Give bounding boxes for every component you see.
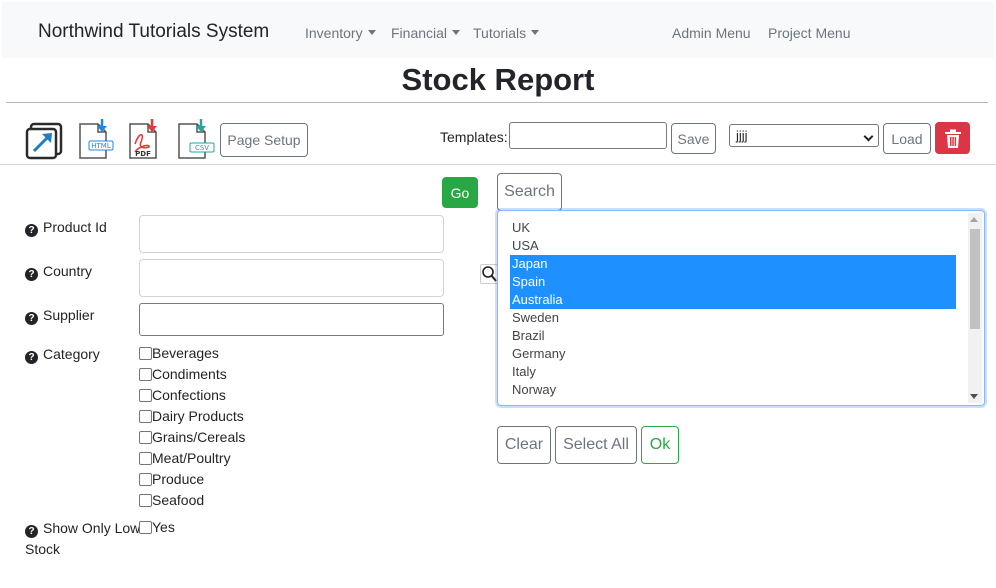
go-button[interactable]: Go	[442, 177, 478, 208]
search-button[interactable]: Search	[497, 173, 562, 211]
question-circle-icon[interactable]: ?	[25, 351, 38, 364]
category-checkbox[interactable]	[139, 473, 152, 486]
low-stock-label-line2: Stock	[25, 541, 61, 557]
supplier-input[interactable]	[139, 303, 444, 336]
country-option[interactable]: Italy	[510, 363, 956, 381]
category-option-label: Meat/Poultry	[152, 450, 231, 466]
category-option-label: Confections	[152, 387, 226, 403]
low-stock-label: ? Show Only Low	[25, 520, 140, 538]
chevron-down-icon	[531, 30, 540, 35]
low-stock-checkbox[interactable]	[139, 521, 152, 534]
export-icon[interactable]	[25, 122, 63, 160]
nav-inventory-dropdown[interactable]: Inventory	[305, 25, 376, 41]
country-listbox[interactable]: UK USA Japan Spain Australia Sweden Braz…	[497, 210, 985, 406]
country-option[interactable]: USA	[510, 237, 956, 255]
html-icon-text: HTML	[91, 142, 111, 150]
nav-project-menu[interactable]: Project Menu	[768, 25, 850, 41]
divider	[6, 102, 988, 103]
template-name-input[interactable]	[509, 122, 667, 149]
category-option[interactable]: Condiments	[139, 366, 227, 382]
scroll-down-icon[interactable]	[970, 394, 978, 399]
product-id-label: ? Product Id	[25, 219, 107, 237]
nav-financial-label: Financial	[391, 25, 448, 41]
supplier-label: ? Supplier	[25, 307, 94, 325]
country-option[interactable]: UK	[510, 219, 956, 237]
country-option[interactable]: Brazil	[510, 327, 956, 345]
category-option-label: Dairy Products	[152, 408, 244, 424]
country-option[interactable]: Norway	[510, 381, 956, 399]
save-template-button[interactable]: Save	[671, 123, 716, 154]
country-input[interactable]	[139, 259, 444, 297]
navbar: Northwind Tutorials System Inventory Fin…	[2, 2, 994, 58]
supplier-label-text: Supplier	[43, 307, 95, 323]
country-search-icon[interactable]	[480, 264, 498, 284]
html-download-icon[interactable]: HTML	[77, 118, 115, 160]
low-stock-option[interactable]: Yes	[139, 519, 175, 535]
select-all-button[interactable]: Select All	[555, 426, 637, 464]
product-id-input[interactable]	[139, 215, 444, 253]
category-option[interactable]: Grains/Cereals	[139, 429, 245, 445]
scroll-up-icon[interactable]	[970, 217, 978, 222]
product-id-label-text: Product Id	[43, 219, 107, 235]
page-title: Stock Report	[401, 62, 595, 97]
question-circle-icon[interactable]: ?	[25, 224, 38, 237]
category-checkbox[interactable]	[139, 410, 152, 423]
trash-icon	[944, 129, 961, 148]
category-option[interactable]: Dairy Products	[139, 408, 244, 424]
country-label: ? Country	[25, 263, 92, 281]
category-checkbox[interactable]	[139, 431, 152, 444]
template-select-value: jjjj	[736, 128, 748, 143]
country-option[interactable]: Germany	[510, 345, 956, 363]
nav-tutorials-dropdown[interactable]: Tutorials	[473, 25, 540, 41]
pdf-download-icon[interactable]: PDF	[127, 118, 165, 160]
country-label-text: Country	[43, 263, 93, 279]
divider	[0, 164, 996, 165]
nav-tutorials-label: Tutorials	[473, 25, 527, 41]
nav-inventory-label: Inventory	[305, 25, 363, 41]
brand-title[interactable]: Northwind Tutorials System	[38, 21, 269, 43]
nav-admin-menu[interactable]: Admin Menu	[672, 25, 751, 41]
country-option-selected[interactable]: Australia	[510, 291, 956, 309]
category-option[interactable]: Produce	[139, 471, 204, 487]
category-label: ? Category	[25, 346, 100, 364]
pdf-icon-text: PDF	[135, 150, 151, 158]
country-option[interactable]: Sweden	[510, 309, 956, 327]
question-circle-icon[interactable]: ?	[25, 525, 38, 538]
category-option[interactable]: Meat/Poultry	[139, 450, 231, 466]
question-circle-icon[interactable]: ?	[25, 312, 38, 325]
chevron-down-icon	[863, 131, 874, 142]
listbox-scrollbar-thumb[interactable]	[970, 229, 980, 329]
category-checkbox[interactable]	[139, 494, 152, 507]
load-template-button[interactable]: Load	[883, 123, 931, 154]
category-checkbox[interactable]	[139, 368, 152, 381]
category-option-label: Beverages	[152, 345, 219, 361]
template-select[interactable]: jjjj	[729, 124, 879, 147]
chevron-down-icon	[367, 30, 376, 35]
country-option-selected[interactable]: Japan	[510, 255, 956, 273]
category-label-text: Category	[43, 346, 100, 362]
category-checkbox[interactable]	[139, 452, 152, 465]
category-option-label: Produce	[152, 471, 205, 487]
category-option[interactable]: Seafood	[139, 492, 204, 508]
delete-template-button[interactable]	[935, 122, 970, 154]
category-option-label: Condiments	[152, 366, 227, 382]
category-option[interactable]: Confections	[139, 387, 226, 403]
question-circle-icon[interactable]: ?	[25, 268, 38, 281]
category-checkbox[interactable]	[139, 389, 152, 402]
ok-button[interactable]: Ok	[641, 426, 679, 464]
csv-icon-text: CSV	[195, 144, 209, 152]
low-stock-option-label: Yes	[152, 519, 175, 535]
page-setup-button[interactable]: Page Setup	[220, 123, 308, 157]
category-option-label: Grains/Cereals	[152, 429, 246, 445]
clear-button[interactable]: Clear	[497, 426, 551, 464]
nav-financial-dropdown[interactable]: Financial	[391, 25, 461, 41]
chevron-down-icon	[452, 30, 461, 35]
templates-label: Templates:	[440, 129, 508, 145]
category-option[interactable]: Beverages	[139, 345, 219, 361]
low-stock-label-line1: Show Only Low	[43, 520, 141, 536]
csv-download-icon[interactable]: CSV	[176, 118, 216, 160]
category-option-label: Seafood	[152, 492, 205, 508]
country-option-selected[interactable]: Spain	[510, 273, 956, 291]
category-checkbox[interactable]	[139, 347, 152, 360]
